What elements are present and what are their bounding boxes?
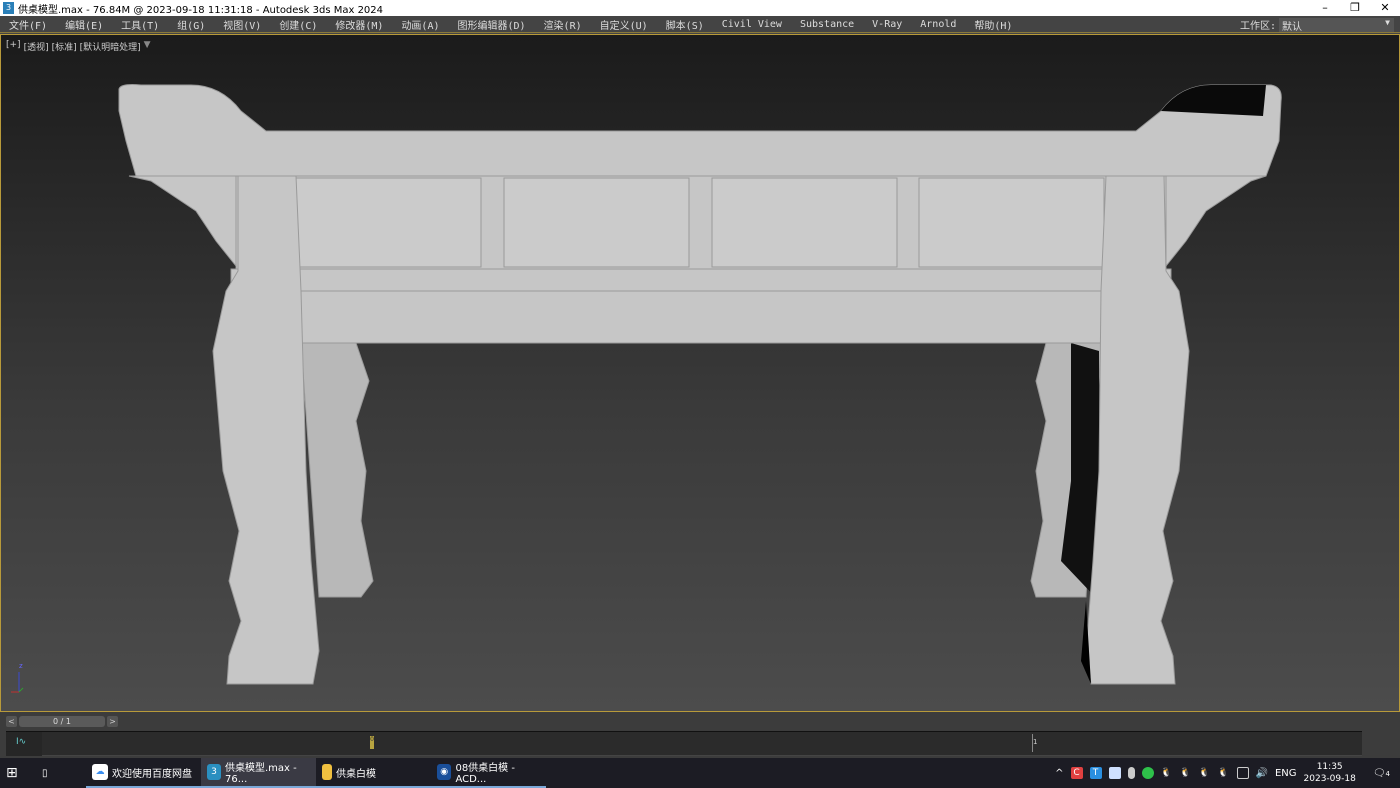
folder-icon <box>322 764 332 780</box>
menu-modifiers[interactable]: 修改器(M) <box>326 17 392 32</box>
menu-create[interactable]: 创建(C) <box>270 17 326 32</box>
language-indicator[interactable]: ENG <box>1275 768 1297 779</box>
menu-help[interactable]: 帮助(H) <box>965 17 1021 32</box>
menu-civil-view[interactable]: Civil View <box>713 19 791 30</box>
menu-views[interactable]: 视图(V) <box>214 17 270 32</box>
menu-group[interactable]: 组(G) <box>168 17 214 32</box>
3dsmax-app-icon: 3 <box>3 2 14 14</box>
clock-time: 11:35 <box>1316 762 1343 772</box>
workspace-label: 工作区: <box>1239 21 1276 32</box>
workspace-dropdown[interactable]: 默认 ▼ <box>1279 17 1394 33</box>
axis-z-label: z <box>19 662 23 670</box>
restore-button[interactable]: ❐ <box>1340 0 1370 16</box>
menu-tools[interactable]: 工具(T) <box>112 17 168 32</box>
track-bar[interactable]: I∿ 0 1 <box>6 731 1362 756</box>
taskbar-app-label: 欢迎使用百度网盘 <box>112 768 192 780</box>
window-title: 供桌模型.max - 76.84M @ 2023-09-18 11:31:18 … <box>18 4 384 16</box>
taskbar: ⊞ ▯ ☁ 欢迎使用百度网盘 3 供桌模型.max - 76... 供桌白模 ◉ 08… <box>0 758 1400 788</box>
close-button[interactable]: ✕ <box>1370 0 1400 16</box>
title-bar: 3 供桌模型.max - 76.84M @ 2023-09-18 11:31:1… <box>0 0 1400 16</box>
qq-icon[interactable]: 🐧 <box>1218 767 1230 779</box>
clock-date: 2023-09-18 <box>1303 774 1356 784</box>
menu-graph-editors[interactable]: 图形编辑器(D) <box>449 17 535 32</box>
current-frame-marker[interactable]: 0 <box>370 736 374 749</box>
volume-icon[interactable]: 🔊 <box>1256 768 1268 779</box>
next-frame-button[interactable]: > <box>107 716 118 727</box>
taskbar-app-label: 08供桌白模 - ACD... <box>455 763 515 785</box>
menu-substance[interactable]: Substance <box>791 19 863 30</box>
qq-icon[interactable]: 🐧 <box>1199 767 1211 779</box>
task-view-icon[interactable]: ▯ <box>36 758 72 788</box>
axis-gizmo: z <box>9 662 29 699</box>
prev-frame-button[interactable]: < <box>6 716 17 727</box>
windows-start-icon[interactable]: ⊞ <box>0 758 36 788</box>
menu-bar: 文件(F) 编辑(E) 工具(T) 组(G) 视图(V) 创建(C) 修改器(M… <box>0 16 1400 33</box>
baidu-icon: ☁ <box>92 764 108 780</box>
end-frame-label: 1 <box>1033 738 1038 746</box>
workspace-selector: 工作区: 默认 ▼ <box>1239 17 1394 33</box>
menu-animation[interactable]: 动画(A) <box>392 17 448 32</box>
taskbar-app-baidu[interactable]: ☁ 欢迎使用百度网盘 <box>86 758 201 788</box>
taskbar-app-acdsee[interactable]: ◉ 08供桌白模 - ACD... <box>431 758 546 788</box>
frame-counter[interactable]: 0 / 1 <box>19 716 105 727</box>
workspace-value: 默认 <box>1282 21 1302 33</box>
acdsee-icon: ◉ <box>437 764 452 780</box>
timeline: < 0 / 1 > I∿ 0 1 <box>0 712 1400 758</box>
menu-edit[interactable]: 编辑(E) <box>56 17 112 32</box>
3dsmax-icon: 3 <box>207 764 221 780</box>
qq-icon[interactable]: 🐧 <box>1161 767 1173 779</box>
qq-icon[interactable]: 🐧 <box>1180 767 1192 779</box>
altar-table-model[interactable] <box>1 35 1400 713</box>
menu-rendering[interactable]: 渲染(R) <box>535 17 591 32</box>
chevron-down-icon: ▼ <box>1385 17 1390 27</box>
perspective-viewport[interactable]: [+] [透视] [标准] [默认明暗处理] ▼ z <box>0 34 1400 712</box>
baidu-tray-icon[interactable] <box>1108 767 1121 779</box>
microphone-icon[interactable] <box>1127 767 1135 779</box>
time-slider[interactable]: < 0 / 1 > <box>6 716 118 727</box>
taskbar-app-folder[interactable]: 供桌白模 <box>316 758 431 788</box>
menu-arnold[interactable]: Arnold <box>911 19 965 30</box>
chevron-up-icon[interactable]: ^ <box>1055 768 1063 779</box>
taskbar-app-label: 供桌白模 <box>336 768 376 780</box>
system-tray: ^ C T 🐧 🐧 🐧 🐧 🔊 ENG 11:35 2023-09-18 🗨4 <box>1055 758 1400 788</box>
network-icon[interactable] <box>1236 767 1249 779</box>
clock[interactable]: 11:35 2023-09-18 <box>1304 761 1356 785</box>
taskbar-app-label: 供桌模型.max - 76... <box>225 763 297 785</box>
tray-app-icon[interactable]: C <box>1070 767 1083 779</box>
menu-scripting[interactable]: 脚本(S) <box>657 17 713 32</box>
curve-editor-icon[interactable]: I∿ <box>16 737 26 747</box>
tray-app-icon[interactable]: T <box>1089 767 1102 779</box>
taskbar-app-3dsmax[interactable]: 3 供桌模型.max - 76... <box>201 758 316 788</box>
minimize-button[interactable]: – <box>1310 0 1340 16</box>
notification-count: 4 <box>1385 769 1390 778</box>
notification-center-icon[interactable]: 🗨4 <box>1373 768 1390 779</box>
menu-vray[interactable]: V-Ray <box>863 19 911 30</box>
menu-customize[interactable]: 自定义(U) <box>591 17 657 32</box>
menu-file[interactable]: 文件(F) <box>0 17 56 32</box>
wechat-icon[interactable] <box>1141 767 1154 779</box>
